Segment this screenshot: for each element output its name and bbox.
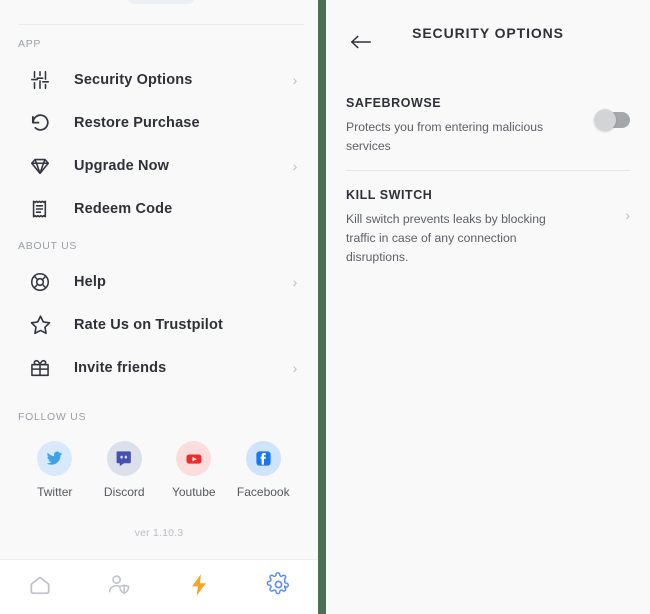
- menu-item-security-options[interactable]: Security Options ›: [0, 58, 318, 101]
- option-row-safebrowse[interactable]: SAFEBROWSE Protects you from entering ma…: [346, 92, 630, 170]
- menu-item-invite-friends[interactable]: Invite friends ›: [0, 346, 318, 389]
- app-version-label: ver 1.10.3: [134, 527, 184, 539]
- social-link-label: Youtube: [171, 485, 216, 499]
- nav-item-settings[interactable]: [239, 560, 319, 614]
- youtube-icon: [176, 441, 212, 476]
- menu-item-label: Invite friends: [74, 359, 167, 376]
- option-control: [594, 96, 630, 131]
- menu-item-upgrade-now[interactable]: Upgrade Now ›: [0, 144, 318, 187]
- back-arrow-icon: [349, 32, 373, 57]
- sliders-icon: [26, 66, 54, 94]
- menu-item-restore-purchase[interactable]: Restore Purchase ›: [0, 101, 318, 144]
- social-link-label: Twitter: [37, 485, 73, 499]
- option-text: SAFEBROWSE Protects you from entering ma…: [346, 96, 597, 156]
- option-description: Protects you from entering malicious ser…: [346, 120, 544, 153]
- social-link-youtube[interactable]: Youtube: [159, 441, 229, 499]
- chevron-right-icon: ›: [292, 359, 298, 376]
- option-text: KILL SWITCH Kill switch prevents leaks b…: [346, 188, 625, 267]
- restore-arrow-icon: [26, 109, 54, 137]
- nav-item-home[interactable]: [0, 560, 80, 614]
- social-link-discord[interactable]: Discord: [90, 441, 160, 499]
- menu-item-label: Security Options: [74, 71, 193, 88]
- menu-item-label: Redeem Code: [74, 200, 173, 217]
- option-row-kill-switch[interactable]: KILL SWITCH Kill switch prevents leaks b…: [346, 184, 630, 281]
- security-options-panel: SECURITY OPTIONS SAFEBROWSE Protects you…: [326, 0, 650, 614]
- option-title: SAFEBROWSE: [346, 96, 442, 110]
- menu-item-redeem-code[interactable]: Redeem Code ›: [0, 187, 318, 230]
- security-options-list: SAFEBROWSE Protects you from entering ma…: [326, 92, 650, 281]
- star-icon: [26, 311, 54, 339]
- menu-item-label: Restore Purchase: [74, 114, 200, 131]
- social-link-label: Discord: [103, 485, 145, 499]
- account-shield-icon: [105, 571, 133, 604]
- facebook-icon: [245, 441, 281, 476]
- detail-header: SECURITY OPTIONS: [326, 0, 650, 70]
- menu-item-help[interactable]: Help ›: [0, 260, 318, 303]
- safebrowse-toggle[interactable]: [594, 109, 630, 131]
- toggle-knob: [594, 109, 616, 131]
- option-control: ›: [625, 188, 630, 222]
- menu-item-label: Rate Us on Trustpilot: [74, 316, 223, 333]
- chevron-right-icon: ›: [292, 273, 298, 290]
- option-description: Kill switch prevents leaks by blocking t…: [346, 212, 546, 264]
- home-icon: [27, 572, 53, 603]
- option-divider: [346, 170, 630, 171]
- nav-item-account[interactable]: [80, 560, 160, 614]
- back-button[interactable]: [346, 29, 376, 59]
- nav-item-connect[interactable]: [159, 560, 239, 614]
- chevron-right-icon[interactable]: ›: [625, 208, 630, 222]
- discord-icon: [106, 441, 142, 476]
- bottom-navigation-bar: [0, 559, 318, 614]
- gear-icon: [266, 572, 291, 602]
- menu-item-rate-us[interactable]: Rate Us on Trustpilot ›: [0, 303, 318, 346]
- social-link-label: Facebook: [236, 485, 290, 499]
- menu-item-label: Help: [74, 273, 107, 290]
- social-links-row: Twitter Discord Youtube Facebook: [0, 431, 318, 499]
- app-screen: APP Security Options › Restore Purchase …: [0, 0, 650, 614]
- panel-divider: [318, 0, 326, 614]
- diamond-icon: [26, 152, 54, 180]
- chevron-right-icon: ›: [292, 157, 298, 174]
- receipt-icon: [26, 195, 54, 223]
- option-title: KILL SWITCH: [346, 188, 433, 202]
- menu-item-label: Upgrade Now: [74, 157, 170, 174]
- gift-icon: [26, 354, 54, 382]
- section-label-about-us: ABOUT US: [18, 240, 78, 252]
- settings-panel: APP Security Options › Restore Purchase …: [0, 0, 318, 614]
- social-link-twitter[interactable]: Twitter: [20, 441, 90, 499]
- social-link-facebook[interactable]: Facebook: [229, 441, 299, 499]
- twitter-icon: [37, 441, 73, 476]
- chevron-right-icon: ›: [292, 71, 298, 88]
- settings-scroll-area[interactable]: APP Security Options › Restore Purchase …: [0, 0, 318, 559]
- section-label-app: APP: [18, 38, 42, 50]
- lifebuoy-icon: [26, 268, 54, 296]
- lightning-icon: [186, 572, 212, 603]
- section-label-follow-us: FOLLOW US: [18, 411, 87, 423]
